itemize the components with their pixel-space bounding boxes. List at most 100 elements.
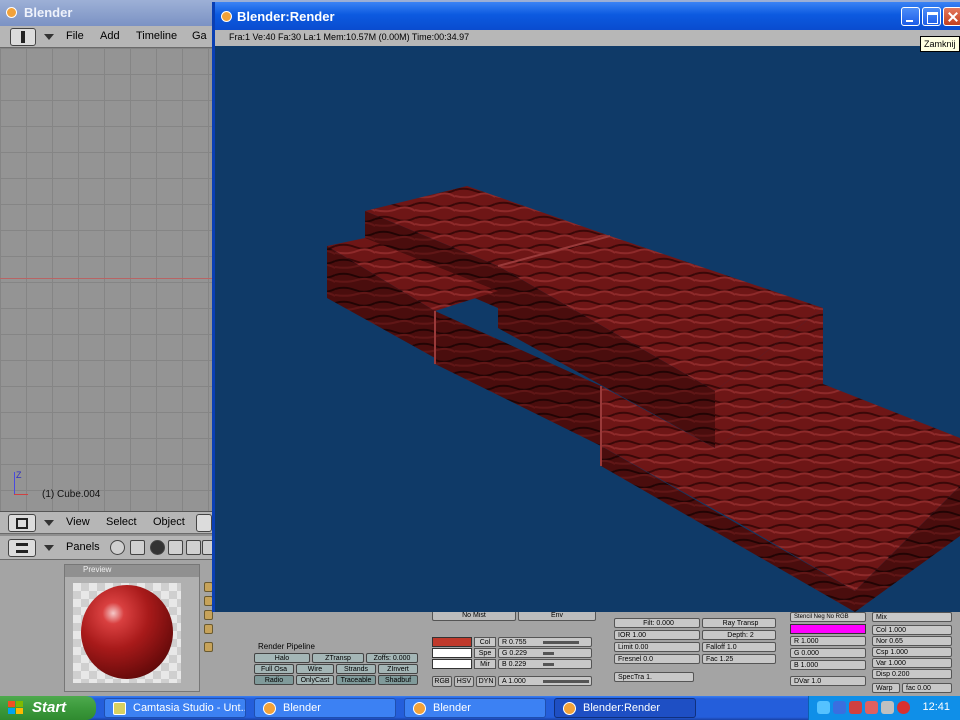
menu-object[interactable]: Object xyxy=(153,516,185,528)
halo-button[interactable]: Halo xyxy=(254,653,310,663)
close-button[interactable] xyxy=(943,7,960,26)
preview-type-monkey-button[interactable] xyxy=(204,624,213,634)
fresnel-field[interactable]: Fresnel 0.0 xyxy=(614,654,700,664)
volume-icon[interactable] xyxy=(881,701,894,714)
preview-title: Preview xyxy=(83,565,112,574)
dyn-mode-button[interactable]: DYN xyxy=(476,676,496,687)
taskbar-button-camtasia[interactable]: Camtasia Studio - Unt... xyxy=(104,698,246,718)
mir-button[interactable]: Mir xyxy=(474,659,496,669)
x-axis-line xyxy=(0,278,214,279)
ray-transp-button[interactable]: Ray Transp xyxy=(702,618,776,628)
taskbar-button-label: Camtasia Studio - Unt... xyxy=(133,702,246,714)
tex-r-slider[interactable]: R 1.000 xyxy=(790,636,866,646)
object-context-icon[interactable] xyxy=(168,540,183,555)
ray-transp-panel: Filt: 0.000 Ray Transp IOR 1.00 Depth: 2… xyxy=(608,614,780,694)
material-panel: No Mist Env Col Spe Mir R 0.755 G 0.229 … xyxy=(428,606,600,694)
csp-slider[interactable]: Csp 1.000 xyxy=(872,647,952,657)
taskbar-button-label: Blender:Render xyxy=(583,702,661,714)
view-editor-type-button[interactable] xyxy=(8,514,36,532)
clock[interactable]: 12:41 xyxy=(922,701,950,713)
var-slider[interactable]: Var 1.000 xyxy=(872,658,952,668)
col-slider[interactable]: Col 1.000 xyxy=(872,625,952,635)
3d-viewport[interactable] xyxy=(0,48,214,511)
filter-field[interactable]: Filt: 0.000 xyxy=(614,618,700,628)
tex-g-slider[interactable]: G 0.000 xyxy=(790,648,866,658)
buttons-editor-type-button[interactable] xyxy=(8,539,36,557)
wire-button[interactable]: Wire xyxy=(296,664,334,674)
b-slider[interactable]: B 0.229 xyxy=(498,659,592,669)
menu-panels[interactable]: Panels xyxy=(66,541,100,553)
radio-button[interactable]: Radio xyxy=(254,675,294,685)
strands-button[interactable]: Strands xyxy=(336,664,376,674)
fac-field[interactable]: Fac 1.25 xyxy=(702,654,776,664)
nor-slider[interactable]: Nor 0.65 xyxy=(872,636,952,646)
warp-fac-field[interactable]: fac 0.00 xyxy=(902,683,952,693)
depth-field[interactable]: Depth: 2 xyxy=(702,630,776,640)
maximize-button[interactable] xyxy=(922,7,941,26)
zoffs-field[interactable]: Zoffs: 0.000 xyxy=(366,653,418,663)
ztransp-button[interactable]: ZTransp xyxy=(312,653,364,663)
rgb-mode-button[interactable]: RGB xyxy=(432,676,452,687)
menu-timeline[interactable]: Timeline xyxy=(136,30,177,42)
menu-file[interactable]: File xyxy=(66,30,84,42)
x-axis-indicator xyxy=(14,494,28,495)
preview-panel-header[interactable]: Preview xyxy=(65,565,199,577)
tray-arrow-icon[interactable] xyxy=(817,701,830,714)
view-collapse-icon[interactable] xyxy=(44,520,54,526)
preview-type-hair-button[interactable] xyxy=(204,642,213,652)
limit-field[interactable]: Limit 0.00 xyxy=(614,642,700,652)
r-slider[interactable]: R 0.755 xyxy=(498,637,592,647)
g-slider[interactable]: G 0.229 xyxy=(498,648,592,658)
ior-field[interactable]: IOR 1.00 xyxy=(614,630,700,640)
mirror-swatch[interactable] xyxy=(432,659,472,669)
render-info-bar: Fra:1 Ve:40 Fa:30 La:1 Mem:10.57M (0.00M… xyxy=(215,30,960,46)
taskbar-button-label: Blender xyxy=(433,702,471,714)
render-pipeline-panel: Render Pipeline Halo ZTransp Zoffs: 0.00… xyxy=(254,642,418,694)
shadbuf-button[interactable]: Shadbuf xyxy=(378,675,418,685)
buttons-collapse-icon[interactable] xyxy=(44,545,54,551)
render-window-titlebar[interactable]: Blender:Render xyxy=(215,2,960,30)
menu-view[interactable]: View xyxy=(66,516,90,528)
editor-type-button[interactable] xyxy=(10,28,36,46)
shading-context-icon[interactable] xyxy=(150,540,165,555)
tex-b-slider[interactable]: B 1.000 xyxy=(790,660,866,670)
texture-color-swatch[interactable] xyxy=(790,624,866,634)
network-icon[interactable] xyxy=(833,701,846,714)
specular-swatch[interactable] xyxy=(432,648,472,658)
menu-select[interactable]: Select xyxy=(106,516,137,528)
taskbar-button-blender-render[interactable]: Blender:Render xyxy=(554,698,696,718)
taskbar-button-blender-1[interactable]: Blender xyxy=(254,698,396,718)
security-icon[interactable] xyxy=(849,701,862,714)
mode-button[interactable] xyxy=(196,514,212,532)
logic-context-icon[interactable] xyxy=(110,540,125,555)
dvar-slider[interactable]: DVar 1.0 xyxy=(790,676,866,686)
disp-slider[interactable]: Disp 0.200 xyxy=(872,669,952,679)
script-context-icon[interactable] xyxy=(130,540,145,555)
start-button[interactable]: Start xyxy=(0,696,96,720)
zinvert-button[interactable]: ZInvert xyxy=(378,664,418,674)
r-slider-fill xyxy=(543,641,579,644)
spectra-field[interactable]: SpecTra 1. xyxy=(614,672,694,682)
collapse-menu-icon[interactable] xyxy=(44,34,54,40)
minimize-button[interactable] xyxy=(901,7,920,26)
antivirus-icon[interactable] xyxy=(897,701,910,714)
alpha-slider[interactable]: A 1.000 xyxy=(498,676,592,686)
taskbar-button-blender-2[interactable]: Blender xyxy=(404,698,546,718)
col-button[interactable]: Col xyxy=(474,637,496,647)
editing-context-icon[interactable] xyxy=(186,540,201,555)
color-swatch[interactable] xyxy=(432,637,472,647)
tray-app-icon[interactable] xyxy=(865,701,878,714)
warp-button[interactable]: Warp xyxy=(872,683,900,693)
hsv-mode-button[interactable]: HSV xyxy=(454,676,474,687)
onlycast-button[interactable]: OnlyCast xyxy=(296,675,334,685)
blend-mode-select[interactable]: Mix xyxy=(872,612,952,622)
menu-add[interactable]: Add xyxy=(100,30,120,42)
z-axis-indicator xyxy=(14,472,15,494)
menu-game[interactable]: Ga xyxy=(192,30,207,42)
g-value: G 0.229 xyxy=(502,650,527,657)
full-osa-button[interactable]: Full Osa xyxy=(254,664,294,674)
falloff-field[interactable]: Falloff 1.0 xyxy=(702,642,776,652)
traceable-button[interactable]: Traceable xyxy=(336,675,376,685)
spe-button[interactable]: Spe xyxy=(474,648,496,658)
stencil-neg-buttons[interactable]: Stencil Neg No RGB xyxy=(790,612,866,622)
